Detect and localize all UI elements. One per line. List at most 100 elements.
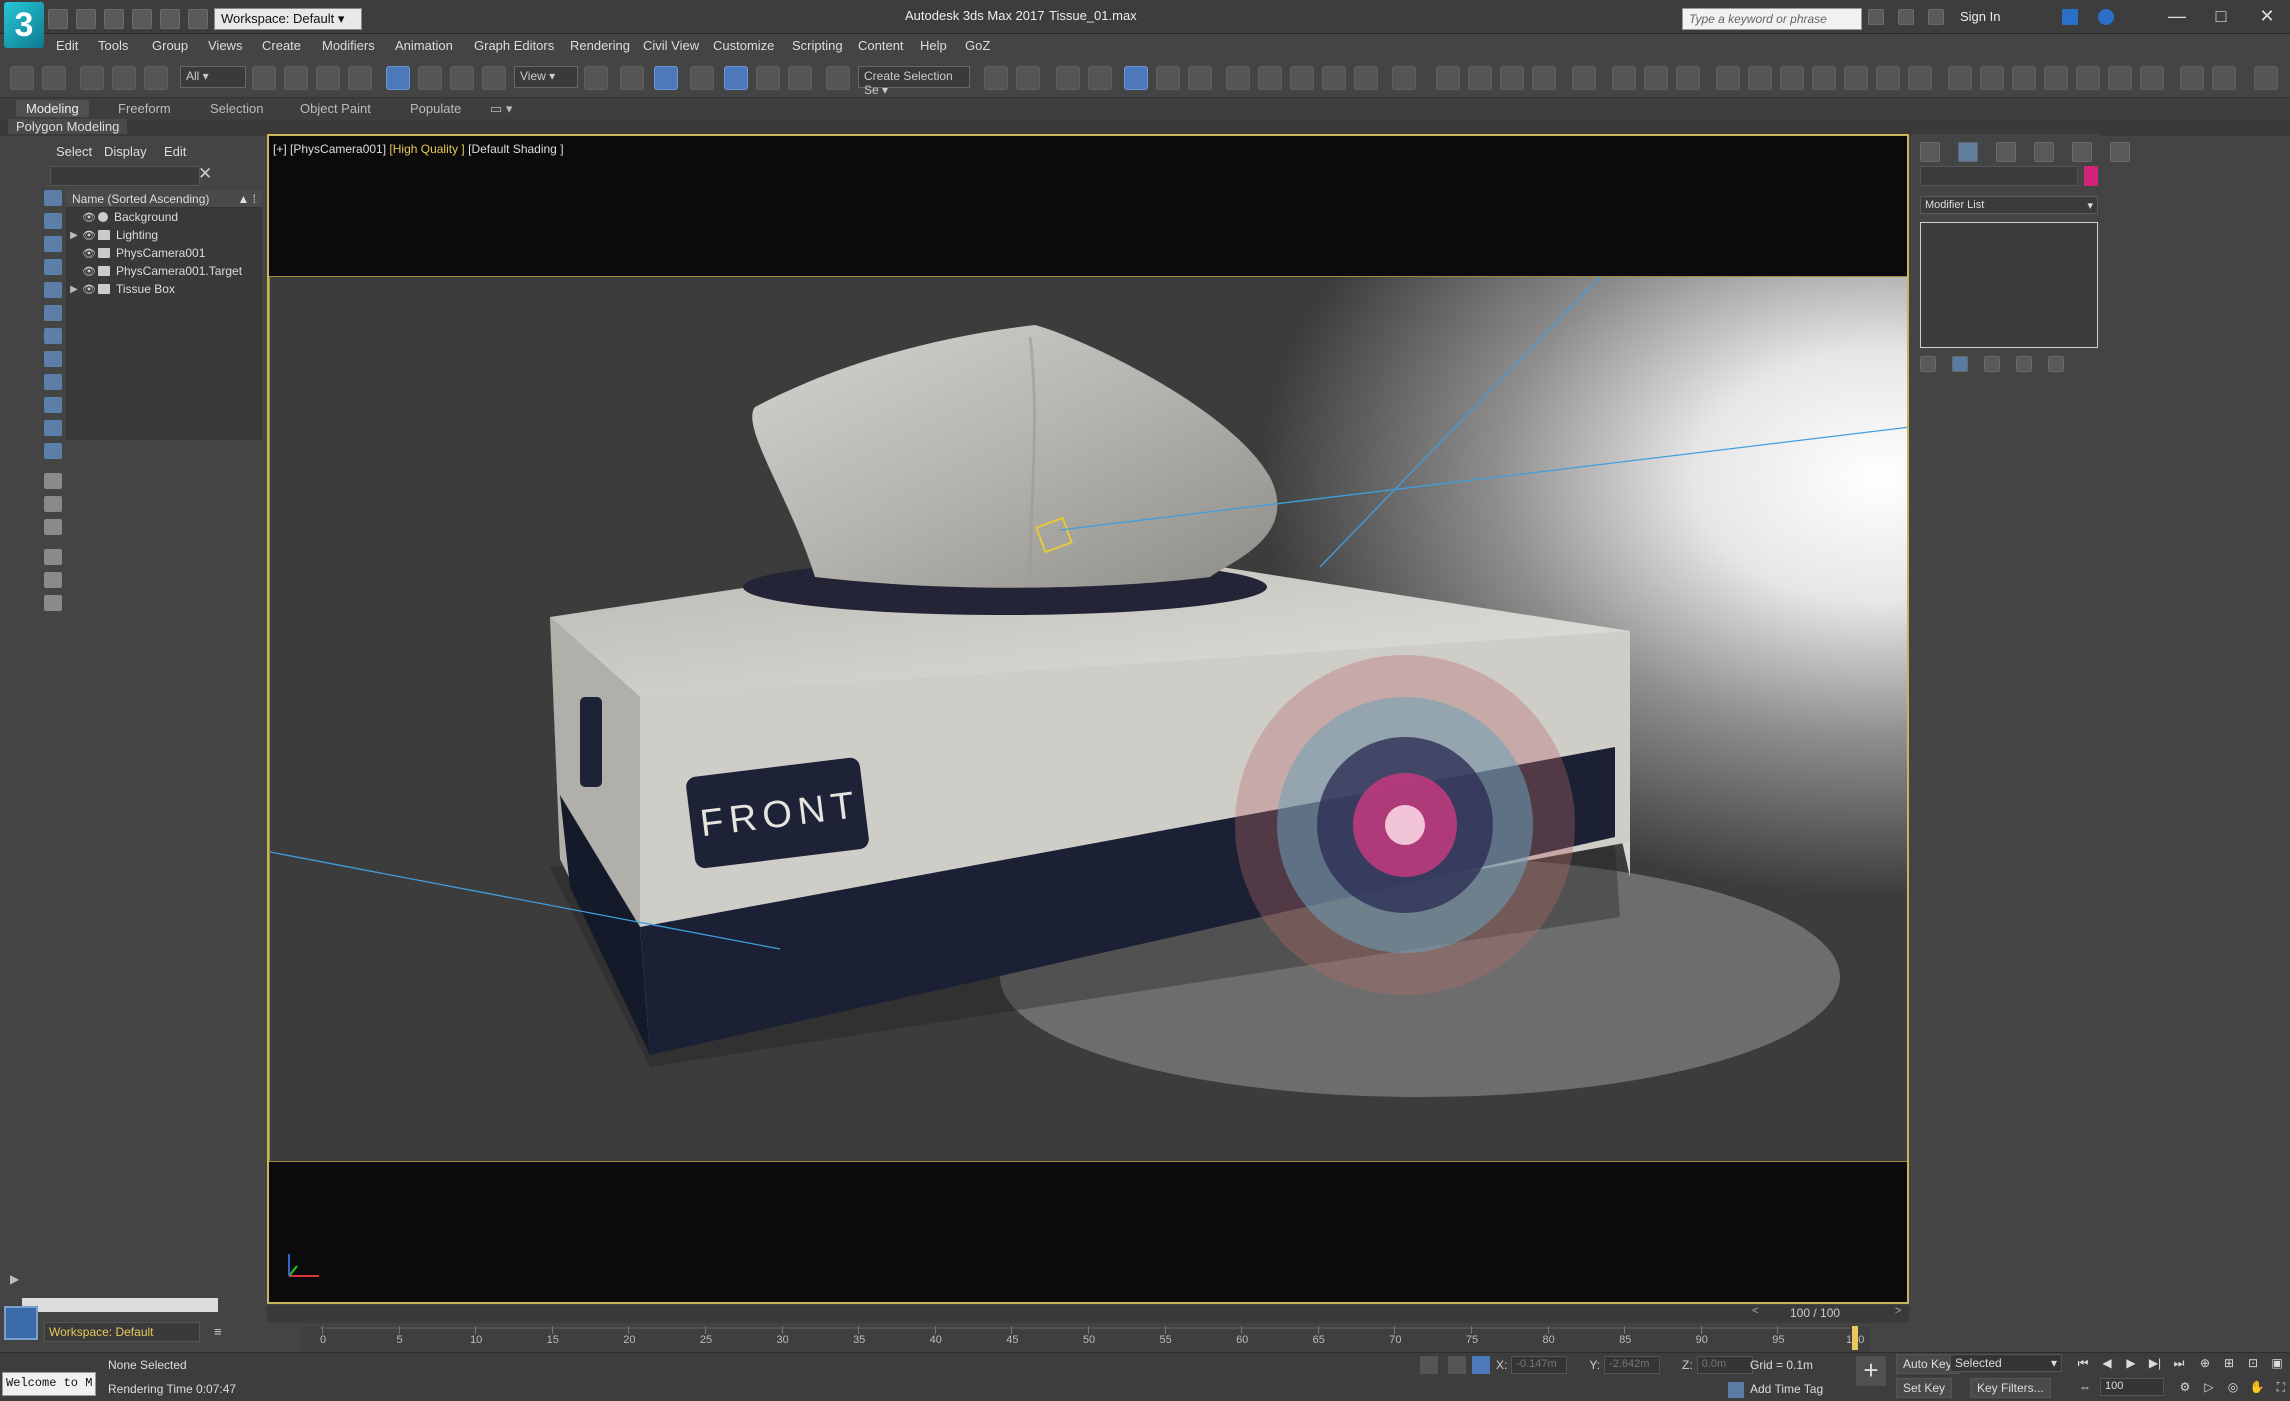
zoom-icon[interactable]: ⊕ — [2196, 1354, 2214, 1372]
close-icon[interactable]: ✕ — [2254, 4, 2280, 28]
display-lights-icon[interactable] — [44, 236, 62, 252]
play-icon[interactable]: ▶ — [2122, 1354, 2140, 1372]
polygon-modeling-panel[interactable]: Polygon Modeling — [8, 119, 128, 134]
select-and-scale-icon[interactable] — [450, 66, 474, 90]
hierarchy-tab-icon[interactable] — [1996, 142, 2016, 162]
pan-view-icon[interactable]: ✋ — [2248, 1378, 2266, 1396]
reference-coordinate-dropdown[interactable]: View ▾ — [514, 66, 578, 88]
se-menu-select[interactable]: Select — [56, 144, 92, 159]
display-hidden-icon[interactable] — [44, 443, 62, 459]
time-slider-next-icon[interactable]: > — [1895, 1305, 1901, 1317]
current-time-marker[interactable] — [1852, 1326, 1858, 1350]
current-frame-field[interactable]: 100 — [2100, 1378, 2164, 1396]
tree-item-lighting[interactable]: ▶ 👁 Lighting — [66, 226, 262, 244]
sun-light-icon[interactable] — [1876, 66, 1900, 90]
maximize-icon[interactable]: □ — [2208, 4, 2234, 28]
modify-tab-icon[interactable] — [1958, 142, 1978, 162]
ribbon-toggle-icon[interactable] — [1124, 66, 1148, 90]
render-production-icon[interactable] — [1322, 66, 1346, 90]
key-filters-button[interactable]: Key Filters... — [1970, 1378, 2051, 1398]
display-spacewarps-icon[interactable] — [44, 305, 62, 321]
select-by-name-icon[interactable] — [284, 66, 308, 90]
display-none-icon[interactable] — [44, 496, 62, 512]
mirror-icon[interactable] — [984, 66, 1008, 90]
scene-explorer-scrollbar[interactable] — [22, 1298, 218, 1312]
layer-explorer-icon[interactable] — [1088, 66, 1112, 90]
se-menu-edit[interactable]: Edit — [164, 144, 186, 159]
utilities-tab-icon[interactable] — [2110, 142, 2130, 162]
display-all-icon[interactable] — [44, 473, 62, 489]
grid-icon[interactable] — [1500, 66, 1524, 90]
menu-help[interactable]: Help — [920, 38, 947, 53]
create-tab-icon[interactable] — [1920, 142, 1940, 162]
named-selection-dropdown[interactable]: Create Selection Se ▾ — [858, 66, 970, 97]
make-unique-icon[interactable] — [1984, 356, 2000, 372]
go-to-end-icon[interactable]: ⏭ — [2170, 1354, 2188, 1372]
viewport-camera-label[interactable]: [+] [PhysCamera001] — [273, 142, 386, 156]
hair-icon[interactable] — [2140, 66, 2164, 90]
redo-icon[interactable] — [160, 9, 180, 29]
render-setup-icon[interactable] — [1258, 66, 1282, 90]
tree-item-tissue-box[interactable]: ▶ 👁 Tissue Box — [66, 280, 262, 298]
menu-graph-editors[interactable]: Graph Editors — [474, 38, 554, 53]
display-xrefs-icon[interactable] — [44, 351, 62, 367]
filter-icon[interactable] — [44, 549, 62, 565]
sound-icon[interactable] — [1612, 66, 1636, 90]
tree-item-physcamera-target[interactable]: 👁 PhysCamera001.Target — [66, 262, 262, 280]
omni-light-icon[interactable] — [1908, 66, 1932, 90]
scene-explorer-toggle-icon[interactable] — [1056, 66, 1080, 90]
visibility-eye-icon[interactable]: 👁 — [82, 265, 96, 278]
scene-explorer-layer-icon[interactable] — [4, 1306, 38, 1340]
open-file-icon[interactable] — [76, 9, 96, 29]
undo-icon[interactable] — [10, 66, 34, 90]
tab-populate[interactable]: Populate — [400, 100, 471, 117]
select-and-link-icon[interactable] — [80, 66, 104, 90]
menu-create[interactable]: Create — [262, 38, 301, 53]
expand-arrow-icon[interactable]: ▶ — [66, 230, 82, 241]
viewport-quality-label[interactable]: [High Quality ] — [389, 142, 464, 156]
set-key-button[interactable]: Set Key — [1896, 1378, 1953, 1398]
tab-freeform[interactable]: Freeform — [108, 100, 181, 117]
unlink-icon[interactable] — [112, 66, 136, 90]
sign-in-button[interactable]: Sign In — [1960, 9, 2000, 24]
workspace-dropdown[interactable]: Workspace: Default ▾ — [214, 8, 362, 30]
select-and-move-icon[interactable] — [386, 66, 410, 90]
expand-panel-icon[interactable]: ▶ — [10, 1272, 32, 1294]
image-icon[interactable] — [2254, 66, 2278, 90]
save-file-icon[interactable] — [104, 9, 124, 29]
workspace-status[interactable]: Workspace: Default — [44, 1322, 200, 1342]
isolate-selection-icon[interactable] — [1420, 1356, 1438, 1374]
spinner-snap-icon[interactable] — [788, 66, 812, 90]
display-containers-icon[interactable] — [44, 397, 62, 413]
tab-selection[interactable]: Selection — [200, 100, 273, 117]
display-bones-icon[interactable] — [44, 374, 62, 390]
layer-manager-icon[interactable]: ≡ — [214, 1324, 234, 1342]
menu-content[interactable]: Content — [858, 38, 904, 53]
time-tag-icon[interactable] — [1728, 1382, 1744, 1398]
material-sphere-icon[interactable] — [2180, 66, 2204, 90]
camera-viewport[interactable]: [+] [PhysCamera001] [High Quality ] [Def… — [267, 134, 1909, 1304]
clear-search-icon[interactable]: ✕ — [198, 164, 212, 184]
selection-filter-dropdown[interactable]: All ▾ — [180, 66, 246, 88]
rectangular-selection-icon[interactable] — [316, 66, 340, 90]
help-icon[interactable] — [2098, 9, 2114, 25]
object-name-field[interactable] — [1920, 166, 2078, 186]
bind-space-warp-icon[interactable] — [144, 66, 168, 90]
select-and-rotate-icon[interactable] — [418, 66, 442, 90]
lock-icon[interactable] — [44, 595, 62, 611]
set-key-plus-icon[interactable]: + — [1856, 1356, 1886, 1386]
maxscript-listener[interactable]: Welcome to M — [2, 1372, 96, 1396]
tab-modeling[interactable]: Modeling — [16, 100, 89, 117]
structure-icon[interactable] — [2012, 66, 2036, 90]
dolly-camera-icon[interactable]: ▷ — [2200, 1378, 2218, 1396]
teapot-icon[interactable] — [1812, 66, 1836, 90]
time-configuration-icon[interactable]: ⚙ — [2176, 1378, 2194, 1396]
display-cameras-icon[interactable] — [44, 259, 62, 275]
time-slider[interactable] — [267, 1305, 1909, 1323]
x-coord-field[interactable]: -0.147m — [1511, 1356, 1568, 1374]
audio-icon[interactable] — [1644, 66, 1668, 90]
new-file-icon[interactable] — [48, 9, 68, 29]
edit-named-selection-icon[interactable] — [826, 66, 850, 90]
tab-object-paint[interactable]: Object Paint — [290, 100, 381, 117]
globe-icon[interactable] — [2044, 66, 2068, 90]
